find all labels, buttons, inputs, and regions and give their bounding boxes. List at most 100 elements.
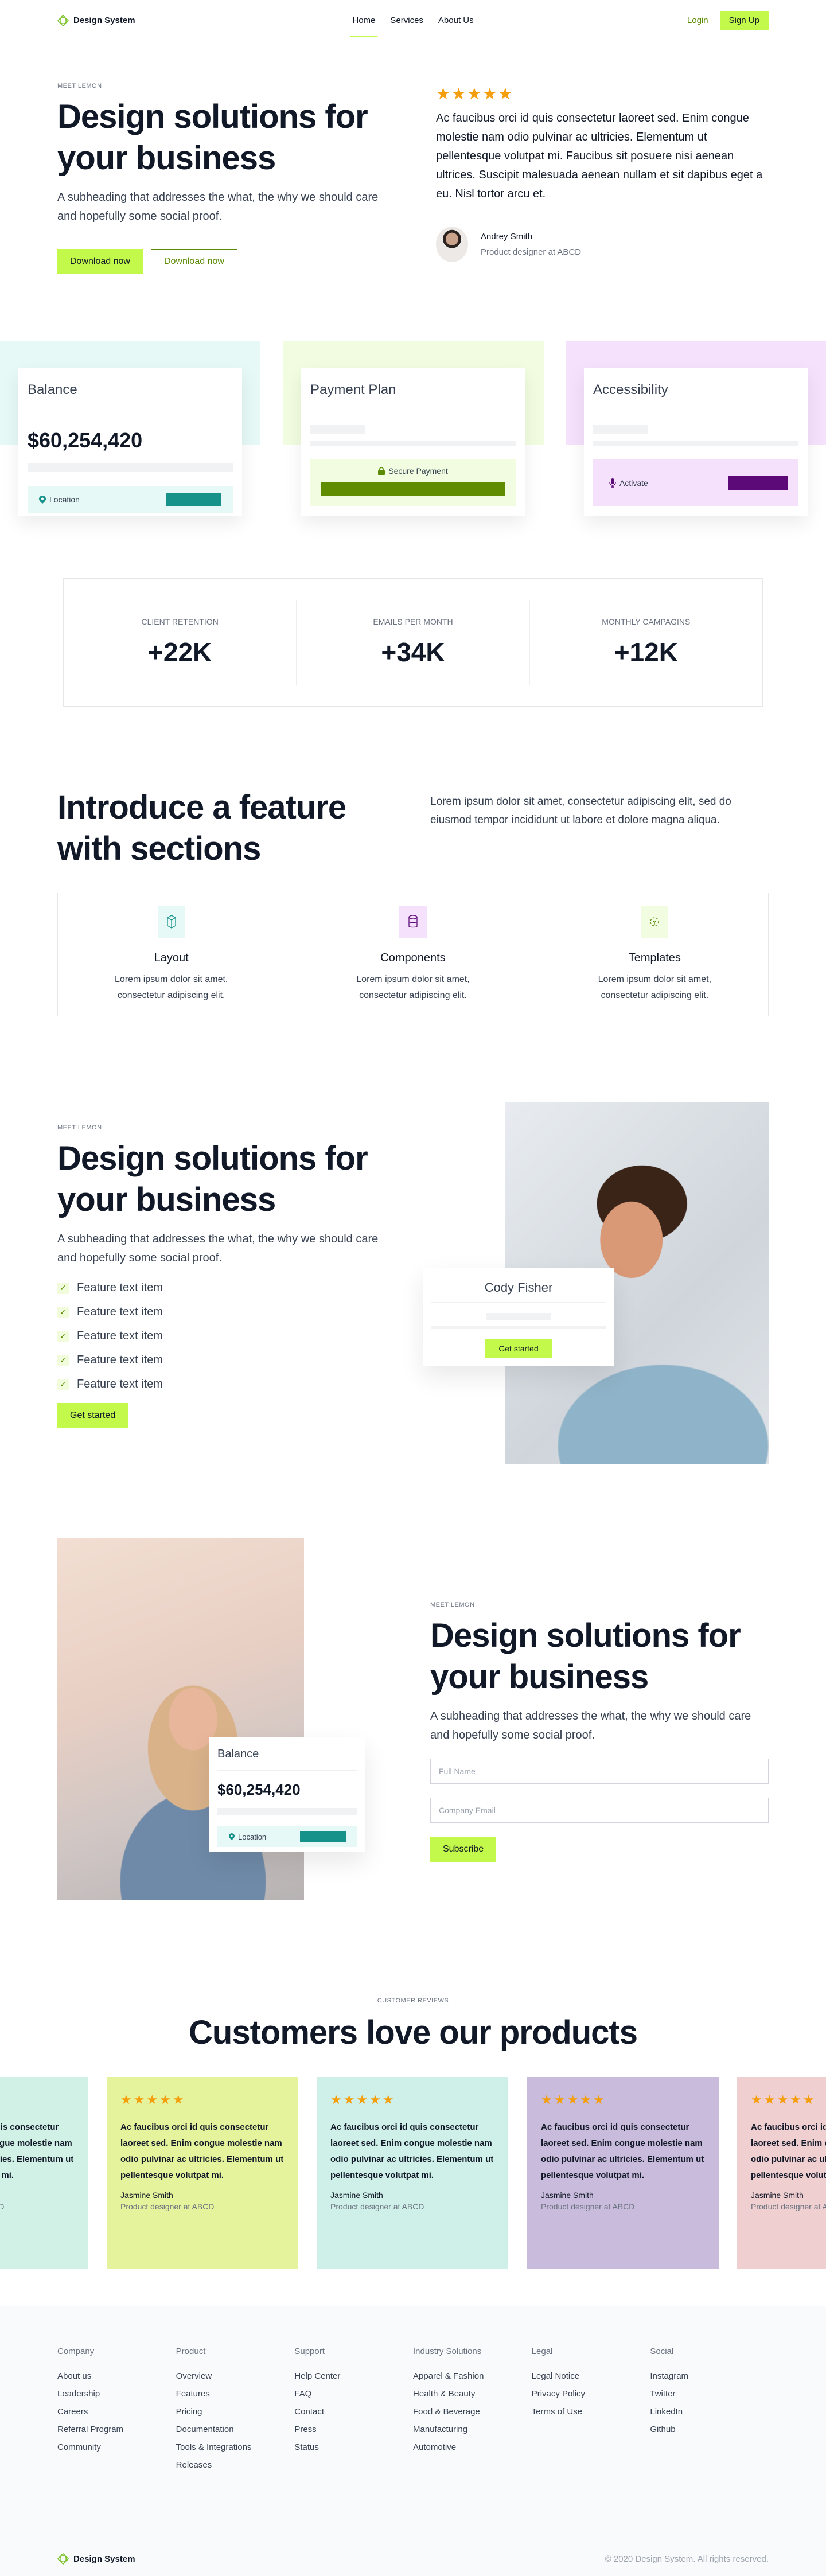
footer-link[interactable]: Instagram — [650, 2371, 769, 2381]
brand-name: Design System — [73, 2554, 135, 2564]
footer-column-title: Company — [57, 2347, 95, 2356]
checklist-item: ✓ Feature text item — [57, 1330, 402, 1343]
location-label: Location — [49, 495, 80, 504]
skeleton-line — [431, 1326, 606, 1329]
footer-link[interactable]: LinkedIn — [650, 2407, 769, 2417]
card-title: Balance — [217, 1748, 259, 1760]
signup-button[interactable]: Sign Up — [719, 10, 769, 30]
activate-button[interactable] — [728, 476, 788, 490]
footer-link[interactable]: Terms of Use — [532, 2407, 650, 2417]
feature-title: Components — [380, 952, 446, 964]
footer-link[interactable]: Legal Notice — [532, 2371, 650, 2381]
feature-checklist: ✓ Feature text item ✓ Feature text item ✓ F… — [57, 1281, 402, 1391]
microphone-icon — [609, 478, 616, 488]
footer-link[interactable]: Contact — [294, 2407, 413, 2417]
footer-link[interactable]: Community — [57, 2442, 176, 2452]
footer-link[interactable]: Health & Beauty — [413, 2389, 532, 2399]
footer-column: Company About us Leadership Careers Referral… — [57, 2347, 176, 2470]
section-eyebrow: MEET LEMON — [430, 1601, 475, 1608]
footer-link[interactable]: Careers — [57, 2407, 176, 2417]
feature-card-components[interactable]: Components Lorem ipsum dolor sit amet, c… — [299, 893, 527, 1016]
stat-label: EMAILS PER MONTH — [373, 617, 453, 626]
company-email-input[interactable] — [430, 1798, 769, 1823]
nav-link-about[interactable]: About Us — [437, 12, 475, 29]
review-text: Ac faucibus orci id quis consectetur lao… — [751, 2122, 826, 2180]
nav-link-home[interactable]: Home — [350, 12, 378, 37]
section-subtitle: A subheading that addresses the what, th… — [57, 1233, 379, 1264]
download-button-primary[interactable]: Download now — [57, 249, 143, 274]
pay-button[interactable] — [321, 482, 505, 496]
footer-link[interactable]: Leadership — [57, 2389, 176, 2399]
footer-link[interactable]: Pricing — [176, 2407, 295, 2417]
login-link[interactable]: Login — [681, 11, 714, 30]
nav-link-services[interactable]: Services — [389, 12, 424, 29]
hero-testimonial: ★★★★★ Ac faucibus orci id quis consectet… — [436, 83, 769, 274]
footer-column: Legal Legal Notice Privacy Policy Terms of … — [532, 2347, 650, 2470]
location-button[interactable] — [166, 493, 221, 506]
reviewer-role: Product designer at ABCD — [120, 2202, 215, 2211]
footer-link[interactable]: Documentation — [176, 2425, 295, 2434]
full-name-input[interactable] — [430, 1759, 769, 1784]
footer-link[interactable]: Overview — [176, 2371, 295, 2381]
card-title: Balance — [28, 382, 77, 397]
reviews-title: Customers love our products — [189, 2014, 638, 2051]
footer-link[interactable]: Github — [650, 2425, 769, 2434]
author-name: Andrey Smith — [481, 232, 533, 241]
feature-card-layout[interactable]: Layout Lorem ipsum dolor sit amet, conse… — [57, 893, 286, 1016]
profile-get-started-button[interactable]: Get started — [485, 1339, 552, 1358]
template-icon — [650, 917, 659, 926]
footer-link[interactable]: Tools & Integrations — [176, 2442, 295, 2452]
footer-link[interactable]: Press — [294, 2425, 413, 2434]
footer-link[interactable]: Help Center — [294, 2371, 413, 2381]
footer-link[interactable]: Referral Program — [57, 2425, 176, 2434]
star-rating: ★★★★★ — [541, 2092, 606, 2107]
feature-card-templates[interactable]: Templates Lorem ipsum dolor sit amet, co… — [540, 893, 769, 1016]
footer-link[interactable]: Features — [176, 2389, 295, 2399]
check-icon: ✓ — [57, 1306, 69, 1318]
stat-value: +22K — [148, 637, 212, 667]
balance-value: $60,254,420 — [28, 428, 143, 452]
location-label: Location — [238, 1832, 267, 1841]
lock-icon — [378, 467, 385, 475]
profile-name: Cody Fisher — [484, 1280, 553, 1295]
profile-card: Cody Fisher Get started — [423, 1268, 614, 1366]
star-rating: ★★★★★ — [330, 2092, 396, 2107]
checklist-item: ✓ Feature text item — [57, 1354, 402, 1367]
reviewer-name: Jasmine Smith — [330, 2191, 383, 2200]
footer-link[interactable]: Status — [294, 2442, 413, 2452]
hero-section: MEET LEMON Design solutions for your bus… — [0, 41, 826, 332]
get-started-button[interactable]: Get started — [57, 1403, 128, 1428]
footer-link[interactable]: Food & Beverage — [413, 2407, 532, 2417]
footer-column: Social Instagram Twitter LinkedIn Github — [650, 2347, 769, 2470]
section-subtitle: A subheading that addresses the what, th… — [430, 1710, 751, 1741]
author-role: Product designer at ABCD — [481, 247, 582, 257]
review-card: ★★★★★ Ac faucibus orci id quis consectet… — [737, 2077, 826, 2269]
footer-link[interactable]: FAQ — [294, 2389, 413, 2399]
check-icon: ✓ — [57, 1354, 69, 1366]
footer-link[interactable]: Automotive — [413, 2442, 532, 2452]
location-row: Location — [28, 486, 233, 513]
reviewer-role: Product designer at ABCD — [541, 2202, 635, 2211]
stat-client-retention: CLIENT RETENTION +22K — [64, 600, 297, 685]
hero-title: Design solutions for your business — [57, 98, 368, 177]
location-button[interactable] — [300, 1831, 346, 1842]
download-button-secondary[interactable]: Download now — [150, 249, 237, 274]
footer-link[interactable]: About us — [57, 2371, 176, 2381]
skeleton-line — [217, 1808, 357, 1815]
reviews-carousel[interactable]: ★★★★★ Ac faucibus orci id quis consectet… — [0, 2077, 826, 2272]
footer-link[interactable]: Twitter — [650, 2389, 769, 2399]
database-icon — [408, 915, 418, 928]
subscribe-button[interactable]: Subscribe — [430, 1837, 497, 1862]
location-pin-icon — [39, 496, 46, 504]
footer-link[interactable]: Releases — [176, 2460, 295, 2470]
footer-link[interactable]: Manufacturing — [413, 2425, 532, 2434]
brand-logo[interactable]: Design System — [57, 14, 135, 26]
footer-brand-logo[interactable]: Design System — [57, 2553, 135, 2565]
footer-link[interactable]: Privacy Policy — [532, 2389, 650, 2399]
footer-column-title: Product — [176, 2347, 206, 2356]
site-footer: Company About us Leadership Careers Referral… — [0, 2306, 826, 2576]
footer-link[interactable]: Apparel & Fashion — [413, 2371, 532, 2381]
footer-column-title: Social — [650, 2347, 674, 2356]
checklist-item: ✓ Feature text item — [57, 1305, 402, 1319]
feature-text: Lorem ipsum dolor sit amet, consectetur … — [356, 975, 470, 1000]
